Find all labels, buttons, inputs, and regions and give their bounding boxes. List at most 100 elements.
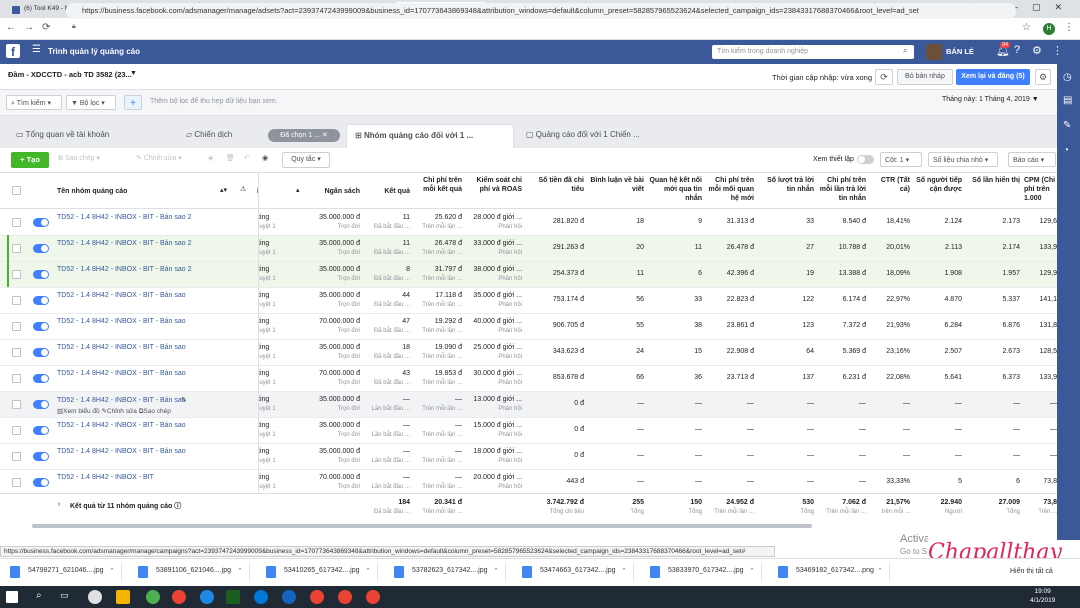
adset-toggle[interactable]: [33, 322, 49, 331]
table-row[interactable]: TD52 - 1.4 8H42 - INBOX - BIT - Bản sao …: [0, 262, 1057, 288]
adset-toggle[interactable]: [33, 296, 49, 305]
download-item[interactable]: 53410265_617342....jpg ⌃: [260, 563, 378, 581]
column-results[interactable]: Kết quả: [362, 187, 410, 196]
date-range-selector[interactable]: Tháng này: 1 Tháng 4, 2019 ▼: [942, 96, 1039, 103]
delete-icon[interactable]: 🗑︎: [226, 154, 235, 162]
search-icon[interactable]: ⌕: [36, 590, 50, 604]
table-row[interactable]: TD52 - 1.4 8H42 - INBOX - BIT - Bản sao …: [0, 210, 1057, 236]
column-impressions[interactable]: Số lần hiển thị: [966, 176, 1020, 185]
app-title[interactable]: Trình quản lý quảng cáo: [48, 47, 140, 56]
add-filter-button[interactable]: +: [124, 95, 142, 110]
download-item[interactable]: 53474663_617342....jpg ⌃: [516, 563, 634, 581]
avatar[interactable]: [926, 44, 942, 60]
selected-count-pill[interactable]: Đã chọn 1 ... ✕: [268, 129, 340, 142]
tab-ads[interactable]: ▢ Quảng cáo đối với 1 Chiến ...: [518, 124, 648, 148]
column-budget[interactable]: Ngân sách: [312, 187, 360, 196]
download-item[interactable]: 53833970_617342....jpg ⌃: [644, 563, 762, 581]
chrome-icon[interactable]: [172, 590, 186, 604]
window-controls[interactable]: –▢✕: [1013, 2, 1076, 13]
adset-name-link[interactable]: TD52 - 1.4 8H42 - INBOX - BIT: [57, 474, 154, 481]
horizontal-scrollbar[interactable]: [32, 524, 812, 528]
app-icon[interactable]: [200, 590, 214, 604]
reload-icon[interactable]: ⟳: [42, 22, 50, 33]
column-new-messaging[interactable]: Quan hệ kết nối mới qua tin nhắn: [648, 176, 702, 203]
chevron-up-icon[interactable]: ⌃: [109, 567, 115, 575]
app-icon[interactable]: [254, 590, 268, 604]
facebook-logo-icon[interactable]: f: [6, 44, 20, 59]
column-reach[interactable]: Số người tiếp cận được: [914, 176, 962, 194]
adset-name-link[interactable]: TD52 - 1.4 8H42 - INBOX - BIT - Bản sao: [57, 292, 186, 299]
column-name[interactable]: Tên nhóm quảng cáo: [57, 187, 127, 196]
download-item[interactable]: 53891106_621046....jpg ⌃: [132, 563, 250, 581]
adset-name-link[interactable]: TD52 - 1.4 8H42 - INBOX - BIT - Bản sao …: [57, 240, 191, 247]
file-explorer-icon[interactable]: [116, 590, 130, 604]
adset-toggle[interactable]: [33, 478, 49, 487]
row-checkbox[interactable]: [12, 400, 21, 409]
app-icon[interactable]: [146, 590, 160, 604]
refresh-button[interactable]: ⟳: [875, 69, 893, 85]
browser-menu-icon[interactable]: ⋮: [1064, 22, 1074, 33]
history-icon[interactable]: ◔: [1063, 145, 1069, 156]
row-checkbox[interactable]: [12, 244, 21, 253]
rules-button[interactable]: Quy tắc ▾: [282, 152, 330, 168]
view-setup-toggle[interactable]: [857, 155, 874, 164]
adset-toggle[interactable]: [33, 270, 49, 279]
adset-name-link[interactable]: TD52 - 1.4 8H42 - INBOX - BIT - Bản sao: [57, 448, 186, 455]
adset-name-link[interactable]: TD52 - 1.4 8H42 - INBOX - BIT - Bản sao: [57, 397, 186, 404]
edit-button[interactable]: ✎ Chỉnh sửa ▾: [136, 154, 182, 162]
reports-button[interactable]: Báo cáo ▾: [1008, 152, 1056, 167]
row-checkbox[interactable]: [12, 270, 21, 279]
chevron-up-icon[interactable]: ⌃: [877, 567, 883, 575]
column-ctr[interactable]: CTR (Tất cả): [870, 176, 910, 194]
sort-up-icon[interactable]: ▴: [296, 186, 300, 195]
column-amount-spent[interactable]: Số tiền đã chi tiêu: [528, 176, 584, 194]
clock-icon[interactable]: ◷: [1063, 72, 1072, 83]
column-cpm[interactable]: CPM (Chi phí trên 1.000: [1024, 176, 1057, 203]
review-publish-button[interactable]: Xem lại và đăng (5): [956, 69, 1030, 85]
tab-adsets[interactable]: ⊞ Nhóm quảng cáo đối với 1 ...: [346, 124, 514, 148]
business-search-input[interactable]: Tìm kiếm trong doanh nghiệp: [712, 45, 914, 59]
adset-name-link[interactable]: TD52 - 1.4 8H42 - INBOX - BIT - Bản sao …: [57, 214, 191, 221]
table-row[interactable]: TD52 - 1.4 8H42 - INBOX - BIT - Bản sao t…: [0, 314, 1057, 340]
adset-toggle[interactable]: [33, 452, 49, 461]
column-cost-control-roas[interactable]: Kiểm soát chi phí và ROAS: [466, 176, 522, 194]
settings-gear-button[interactable]: ⚙: [1035, 69, 1051, 85]
excel-icon[interactable]: [226, 590, 240, 604]
chevron-up-icon[interactable]: ⌃: [621, 567, 627, 575]
user-name[interactable]: BÁN LẺ: [946, 47, 974, 56]
edit-link[interactable]: Chỉnh sửa: [107, 408, 137, 415]
ab-test-icon[interactable]: ◈: [208, 154, 213, 162]
pencil-icon[interactable]: ✎: [181, 396, 187, 404]
adset-name-link[interactable]: TD52 - 1.4 8H42 - INBOX - BIT - Bản sao: [57, 422, 186, 429]
table-row[interactable]: TD52 - 1.4 8H42 - INBOX - BIT - Bản sao …: [0, 236, 1057, 262]
duplicate-button[interactable]: ⧉ Sao chép ▾: [58, 154, 100, 163]
profile-avatar[interactable]: H: [1043, 23, 1055, 35]
column-post-comments[interactable]: Bình luận về bài viết: [590, 176, 644, 194]
chrome-icon[interactable]: [338, 590, 352, 604]
search-button[interactable]: ⌕ Tìm kiếm ▾: [6, 95, 62, 110]
view-chart-link[interactable]: Xem biểu đồ: [63, 408, 100, 415]
account-selector[interactable]: Đầm - XDCCTD - acb TD 3582 (23...: [8, 70, 132, 79]
row-checkbox[interactable]: [12, 478, 21, 487]
expand-icon[interactable]: ›: [58, 501, 60, 508]
tab-account-overview[interactable]: ▭ Tổng quan về tài khoản: [8, 124, 117, 148]
adset-name-link[interactable]: TD52 - 1.4 8H42 - INBOX - BIT - Bản sao: [57, 370, 186, 377]
discard-draft-button[interactable]: Bỏ bản nháp: [897, 69, 953, 85]
chevron-down-icon[interactable]: ▼: [130, 70, 137, 77]
row-checkbox[interactable]: [12, 426, 21, 435]
undo-icon[interactable]: ↶: [244, 154, 250, 162]
back-icon[interactable]: ←: [6, 22, 16, 33]
adset-toggle[interactable]: [33, 400, 49, 409]
app-icon[interactable]: [282, 590, 296, 604]
row-checkbox[interactable]: [12, 296, 21, 305]
grid-icon[interactable]: ⋮: [1052, 44, 1063, 57]
chevron-up-icon[interactable]: ⌃: [749, 567, 755, 575]
gear-icon[interactable]: ⚙: [1032, 44, 1042, 57]
row-checkbox[interactable]: [12, 322, 21, 331]
search-icon[interactable]: ⌕: [903, 46, 907, 56]
duplicate-link[interactable]: Sao chép: [143, 408, 170, 415]
table-row[interactable]: TD52 - 1.4 8H42 - INBOX - BIT - Bản sao t…: [0, 366, 1057, 392]
chrome-icon[interactable]: [366, 590, 380, 604]
download-item[interactable]: 53469182_617342....png ⌃: [772, 563, 890, 581]
table-row[interactable]: TD52 - 1.4 8H42 - INBOX - BIT - Bản sao t…: [0, 444, 1057, 470]
